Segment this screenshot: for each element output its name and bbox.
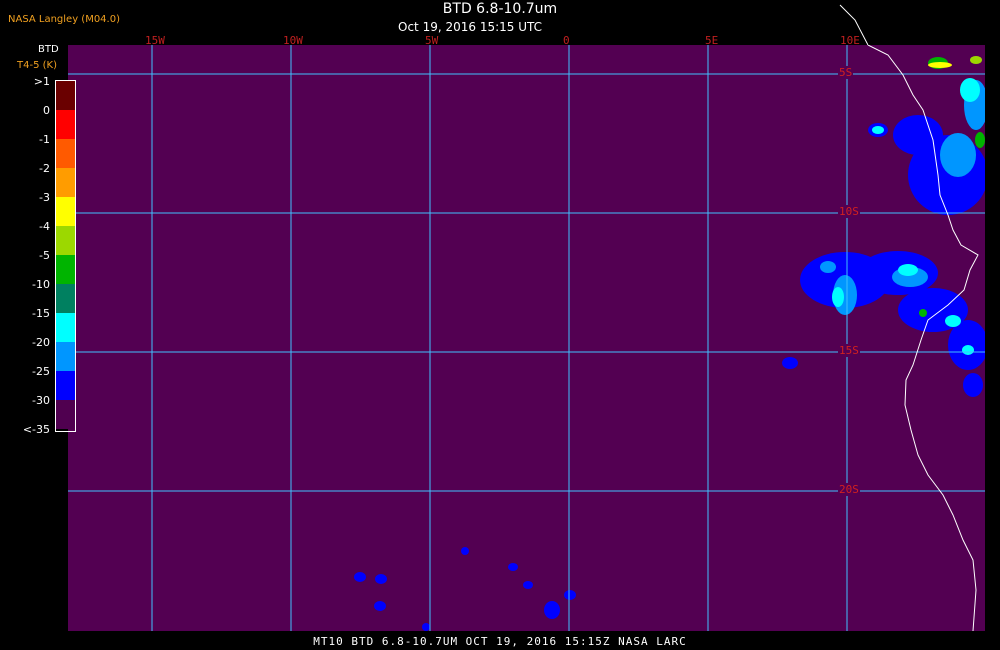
- colorbar-tick-label: -10: [32, 278, 50, 291]
- lat-label-15s: 15S: [838, 344, 860, 357]
- colorbar-segment: [56, 110, 75, 139]
- colorbar-title: BTD: [38, 44, 59, 55]
- lat-label-5s: 5S: [838, 66, 854, 79]
- colorbar-segment: [56, 255, 75, 284]
- colorbar-segment: [56, 197, 75, 226]
- colorbar-tick-label: >1: [33, 75, 50, 88]
- colorbar-tick-label: -30: [32, 394, 50, 407]
- colorbar-tick-label: -4: [39, 220, 50, 233]
- colorbar-tick-label: 0: [43, 104, 50, 117]
- colorbar-tick-label: -3: [39, 191, 50, 204]
- colorbar-segment: [56, 313, 75, 342]
- colorbar-tick-label: <-35: [22, 423, 50, 436]
- coastline-top: [839, 4, 869, 46]
- colorbar-subtitle: T4-5 (K): [17, 60, 57, 71]
- colorbar-segment: [56, 342, 75, 371]
- colorbar-segment: [56, 168, 75, 197]
- colorbar-tick-label: -25: [32, 365, 50, 378]
- map-layer: [68, 45, 985, 631]
- colorbar-segment: [56, 400, 75, 429]
- colorbar-tick-label: -5: [39, 249, 50, 262]
- colorbar-tick-label: -15: [32, 307, 50, 320]
- lat-lon-grid: [68, 45, 985, 631]
- colorbar-segment: [56, 81, 75, 110]
- satellite-map[interactable]: 5S 10S 15S 20S: [68, 45, 985, 631]
- colorbar-segment: [56, 139, 75, 168]
- colorbar-segment: [56, 371, 75, 400]
- cloud-field: [354, 56, 985, 631]
- colorbar-tick-label: -1: [39, 133, 50, 146]
- lat-label-20s: 20S: [838, 483, 860, 496]
- colorbar-segment: [56, 284, 75, 313]
- colorbar-tick-label: -2: [39, 162, 50, 175]
- lat-label-10s: 10S: [838, 205, 860, 218]
- colorbar-tick-label: -20: [32, 336, 50, 349]
- status-footer: MT10 BTD 6.8-10.7UM OCT 19, 2016 15:15Z …: [313, 635, 687, 648]
- colorbar: [55, 80, 76, 432]
- colorbar-segment: [56, 226, 75, 255]
